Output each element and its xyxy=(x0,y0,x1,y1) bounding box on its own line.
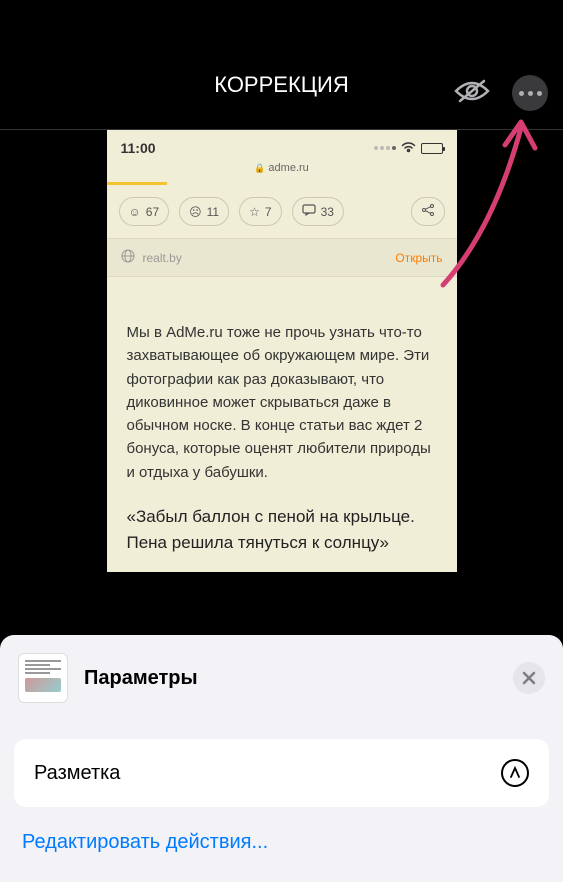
share-icon xyxy=(421,203,435,220)
editor-header: КОРРЕКЦИЯ xyxy=(0,0,563,130)
smile-icon: ☺ xyxy=(129,205,141,219)
globe-icon xyxy=(121,249,135,266)
article-subheading: «Забыл баллон с пеной на крыльце. Пена р… xyxy=(127,504,437,557)
status-indicators xyxy=(374,140,443,156)
url-bar: adme.ru xyxy=(107,158,457,182)
screenshot-preview: 11:00 adme.ru ☺67 ☹11 ☆7 33 realt.by Отк… xyxy=(107,130,457,572)
sad-icon: ☹ xyxy=(189,205,202,219)
article-paragraph: Мы в AdMe.ru тоже не прочь узнать что-то… xyxy=(127,321,437,484)
markup-icon xyxy=(501,759,529,787)
markup-action-row[interactable]: Разметка xyxy=(14,739,549,807)
edit-actions-link[interactable]: Редактировать действия... xyxy=(0,807,563,882)
comment-icon xyxy=(302,204,316,219)
header-title: КОРРЕКЦИЯ xyxy=(214,72,349,98)
reaction-star[interactable]: ☆7 xyxy=(239,197,281,226)
status-bar: 11:00 xyxy=(107,130,457,158)
sheet-title: Параметры xyxy=(84,667,497,690)
reactions-row: ☺67 ☹11 ☆7 33 xyxy=(107,185,457,238)
reaction-smile[interactable]: ☺67 xyxy=(119,197,170,226)
reaction-share[interactable] xyxy=(411,197,445,226)
share-sheet: Параметры Разметка Редактировать действи… xyxy=(0,635,563,882)
wifi-icon xyxy=(401,140,416,156)
reaction-comments[interactable]: 33 xyxy=(292,197,344,226)
sheet-thumbnail xyxy=(18,653,68,703)
sheet-header: Параметры xyxy=(0,635,563,721)
link-source: realt.by xyxy=(121,249,182,266)
signal-icon xyxy=(374,146,396,150)
header-actions xyxy=(454,75,548,111)
open-link-button[interactable]: Открыть xyxy=(395,251,442,265)
external-link-bar: realt.by Открыть xyxy=(107,238,457,277)
star-icon: ☆ xyxy=(249,205,260,219)
battery-icon xyxy=(421,143,443,154)
reaction-sad[interactable]: ☹11 xyxy=(179,197,229,226)
markup-label: Разметка xyxy=(34,762,120,785)
canvas-area: 11:00 adme.ru ☺67 ☹11 ☆7 33 realt.by Отк… xyxy=(0,130,563,572)
status-time: 11:00 xyxy=(121,140,156,156)
more-options-button[interactable] xyxy=(512,75,548,111)
article-body: Мы в AdMe.ru тоже не прочь узнать что-то… xyxy=(107,277,457,572)
close-button[interactable] xyxy=(513,662,545,694)
visibility-toggle-icon[interactable] xyxy=(454,76,490,111)
